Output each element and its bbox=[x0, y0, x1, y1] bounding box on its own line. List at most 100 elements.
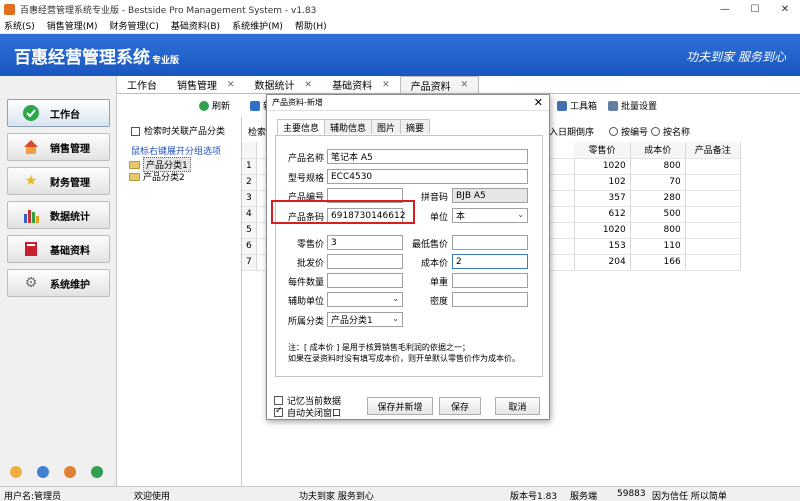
dialog-title: 产品资料-新增 bbox=[267, 95, 549, 111]
check-circle-icon bbox=[22, 104, 40, 122]
nav-workbench-button[interactable]: 工作台 bbox=[7, 99, 110, 127]
app-logo: 百惠经营管理系统 专业版 bbox=[14, 48, 180, 68]
wholesale-price-field[interactable] bbox=[327, 254, 403, 269]
pinyin-field[interactable]: BJB A5 bbox=[452, 188, 528, 203]
refresh-icon[interactable] bbox=[91, 466, 103, 478]
save-and-new-button[interactable]: 保存并新增 bbox=[367, 397, 433, 415]
dialog-close-icon[interactable]: ✕ bbox=[534, 96, 543, 109]
nav-finance-button[interactable]: ★ 财务管理 bbox=[7, 167, 110, 195]
house-icon bbox=[22, 138, 40, 156]
tab-product-data[interactable]: 产品资料 ✕ bbox=[399, 76, 480, 93]
category-label: 所属分类 bbox=[287, 317, 324, 327]
book-icon bbox=[22, 240, 40, 258]
folder-icon bbox=[129, 160, 140, 169]
nav-basic-data-button[interactable]: 基础资料 bbox=[7, 235, 110, 263]
dialog-tab-image[interactable]: 图片 bbox=[371, 119, 402, 134]
sort-by-code-radio[interactable]: 按编号 bbox=[609, 125, 648, 138]
home-icon[interactable] bbox=[10, 466, 22, 478]
maximize-button[interactable]: ☐ bbox=[740, 0, 770, 18]
banner-slogan: 功夫到家 服务到心 bbox=[686, 50, 786, 64]
density-label: 密度 bbox=[429, 297, 448, 307]
nav-maintenance-button[interactable]: ⚙ 系统维护 bbox=[7, 269, 110, 297]
minimize-button[interactable]: — bbox=[710, 0, 740, 18]
aux-unit-select[interactable]: ⌄ bbox=[327, 292, 403, 307]
chevron-down-icon: ⌄ bbox=[392, 314, 399, 323]
density-field[interactable] bbox=[452, 292, 528, 307]
unit-select[interactable]: 本 ⌄ bbox=[452, 208, 528, 223]
name-label: 产品名称 bbox=[287, 154, 324, 164]
close-tab-icon[interactable]: ✕ bbox=[305, 80, 313, 90]
retail-price-label: 零售价 bbox=[296, 240, 324, 250]
menu-bar: 系统(S) 销售管理(M) 财务管理(C) 基础资料(B) 系统维护(M) 帮助… bbox=[0, 18, 800, 34]
tab-basic-data[interactable]: 基础资料 ✕ bbox=[322, 76, 400, 93]
menu-maintenance[interactable]: 系统维护(M) bbox=[232, 19, 283, 32]
cancel-button[interactable]: 取消 bbox=[495, 397, 540, 415]
dialog-tab-main[interactable]: 主要信息 bbox=[277, 119, 326, 135]
chevron-down-icon: ⌄ bbox=[517, 210, 524, 219]
nav-statistics-button[interactable]: 数据统计 bbox=[7, 201, 110, 229]
menu-help[interactable]: 帮助(H) bbox=[295, 19, 327, 32]
tab-workbench[interactable]: 工作台 bbox=[117, 76, 167, 93]
toolbox-button[interactable]: 工具箱 bbox=[557, 99, 597, 112]
search-label: 检索 bbox=[248, 128, 267, 138]
refresh-icon bbox=[199, 100, 209, 111]
sort-date-desc-option[interactable]: 入日期倒序 bbox=[549, 125, 594, 138]
close-tab-icon[interactable]: ✕ bbox=[382, 80, 390, 90]
cost-price-field[interactable]: 2 bbox=[452, 254, 528, 269]
unit-weight-field[interactable] bbox=[452, 273, 528, 288]
bar-chart-icon bbox=[22, 206, 40, 224]
product-name-field[interactable]: 笔记本 A5 bbox=[327, 149, 528, 164]
model-field[interactable]: ECC4530 bbox=[327, 169, 528, 184]
close-tab-icon[interactable]: ✕ bbox=[461, 80, 469, 90]
tab-sales[interactable]: 销售管理 ✕ bbox=[167, 76, 245, 93]
category-select[interactable]: 产品分类1 ⌄ bbox=[327, 312, 403, 327]
status-user: 用户名:管理员 bbox=[4, 492, 62, 501]
tree-hint: 鼠标右键展开分组选项 bbox=[131, 147, 222, 157]
retail-price-field[interactable]: 3 bbox=[327, 235, 403, 250]
refresh-button[interactable]: 刷新 bbox=[199, 99, 230, 112]
dialog-tab-summary[interactable]: 摘要 bbox=[400, 119, 431, 134]
close-window-button[interactable]: ✕ bbox=[770, 0, 800, 18]
dialog-form: 产品名称 笔记本 A5 型号规格 ECC4530 产品编号 拼音码 BJB A5… bbox=[275, 135, 543, 377]
sort-by-name-radio[interactable]: 按名称 bbox=[651, 125, 690, 138]
dialog-tab-aux[interactable]: 辅助信息 bbox=[324, 119, 373, 134]
save-button[interactable]: 保存 bbox=[439, 397, 481, 415]
min-price-field[interactable] bbox=[452, 235, 528, 250]
category-panel: 检索时关联产品分类 鼠标右键展开分组选项 产品分类1 产品分类2 bbox=[117, 117, 242, 486]
batch-icon bbox=[608, 100, 618, 111]
tab-statistics[interactable]: 数据统计 ✕ bbox=[245, 76, 323, 93]
close-tab-icon[interactable]: ✕ bbox=[227, 80, 235, 90]
link-category-checkbox[interactable]: 检索时关联产品分类 bbox=[131, 124, 225, 137]
tree-item-category-2[interactable]: 产品分类2 bbox=[129, 170, 185, 183]
menu-sales[interactable]: 销售管理(M) bbox=[47, 19, 98, 32]
help-icon[interactable] bbox=[64, 466, 76, 478]
menu-finance[interactable]: 财务管理(C) bbox=[110, 19, 159, 32]
status-server-label: 服务端 bbox=[570, 492, 598, 501]
window-title: 百惠经营管理系统专业版 - Bestside Pro Management Sy… bbox=[20, 5, 317, 16]
status-bar: 用户名:管理员 欢迎使用 功夫到家 服务到心 版本号1.83 服务端 59883… bbox=[0, 486, 800, 501]
status-welcome: 欢迎使用 bbox=[134, 492, 171, 501]
column-header-retail[interactable]: 零售价 bbox=[574, 142, 631, 159]
folder-icon bbox=[129, 172, 140, 181]
status-tagline: 因为信任 所以简单 bbox=[652, 492, 727, 501]
app-icon bbox=[4, 3, 15, 15]
gear-icon: ⚙ bbox=[24, 275, 38, 291]
menu-basic-data[interactable]: 基础资料(B) bbox=[171, 19, 220, 32]
app-banner: 百惠经营管理系统 专业版 功夫到家 服务到心 bbox=[0, 34, 800, 76]
min-price-label: 最低售价 bbox=[411, 240, 448, 250]
menu-system[interactable]: 系统(S) bbox=[4, 19, 35, 32]
star-icon: ★ bbox=[24, 173, 38, 189]
barcode-highlight-box bbox=[271, 200, 415, 224]
batch-settings-button[interactable]: 批量设置 bbox=[608, 99, 657, 112]
status-port: 59883 bbox=[617, 489, 646, 499]
info-icon[interactable] bbox=[37, 466, 49, 478]
nav-sales-button[interactable]: 销售管理 bbox=[7, 133, 110, 161]
aux-unit-label: 辅助单位 bbox=[287, 297, 324, 307]
column-header-remark[interactable]: 产品备注 bbox=[685, 142, 741, 159]
auto-close-checkbox[interactable]: 自动关闭窗口 bbox=[274, 406, 341, 419]
model-label: 型号规格 bbox=[287, 174, 324, 184]
column-header-cost[interactable]: 成本价 bbox=[630, 142, 686, 159]
title-bar: 百惠经营管理系统专业版 - Bestside Pro Management Sy… bbox=[0, 0, 800, 18]
per-qty-field[interactable] bbox=[327, 273, 403, 288]
cost-price-note: 注：[ 成本价 ] 是用于核算销售毛利润的依据之一； 如果在录资料时没有填写成本… bbox=[288, 343, 520, 363]
